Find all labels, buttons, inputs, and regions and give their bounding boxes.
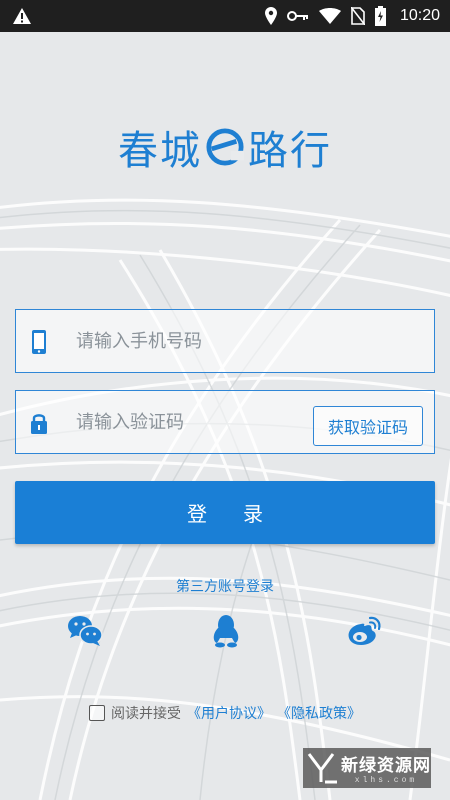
key-icon <box>286 11 308 21</box>
wifi-icon <box>318 8 341 24</box>
status-bar: 10:20 <box>0 0 450 32</box>
get-code-button[interactable]: 获取验证码 <box>313 406 423 446</box>
battery-charging-icon <box>374 6 386 26</box>
status-time: 10:20 <box>399 7 440 24</box>
watermark-logo-icon <box>307 753 337 784</box>
logo-text-right: 路行 <box>248 128 332 174</box>
phone-input[interactable] <box>76 310 316 372</box>
e-letter-logo-icon <box>206 128 244 166</box>
lock-icon <box>31 414 47 434</box>
privacy-policy-link[interactable]: 《隐私政策》 <box>277 703 361 723</box>
qq-icon[interactable] <box>208 614 244 648</box>
site-watermark: 新绿资源网 xlhs.com <box>303 748 431 788</box>
weibo-icon[interactable] <box>346 614 382 648</box>
no-sim-icon <box>350 7 365 25</box>
logo-text-left: 春城 <box>118 128 202 174</box>
verification-code-field: 获取验证码 <box>15 390 435 454</box>
warning-icon <box>13 8 31 24</box>
verification-code-input[interactable] <box>76 391 316 453</box>
agreement-row: 阅读并接受 《用户协议》 《隐私政策》 <box>89 702 361 724</box>
watermark-sub-text: xlhs.com <box>354 776 418 785</box>
wechat-icon[interactable] <box>67 614 103 648</box>
agreement-text: 阅读并接受 <box>111 706 181 722</box>
phone-field <box>15 309 435 373</box>
agreement-checkbox[interactable] <box>89 705 105 721</box>
app-logo: 春城 路行 <box>0 118 450 176</box>
user-agreement-link[interactable]: 《用户协议》 <box>187 703 271 723</box>
phone-icon <box>32 330 46 354</box>
watermark-main-text: 新绿资源网 <box>341 756 431 776</box>
location-icon <box>264 7 277 25</box>
login-button[interactable]: 登录 <box>15 481 435 544</box>
third-party-login-title: 第三方账号登录 <box>176 579 274 595</box>
